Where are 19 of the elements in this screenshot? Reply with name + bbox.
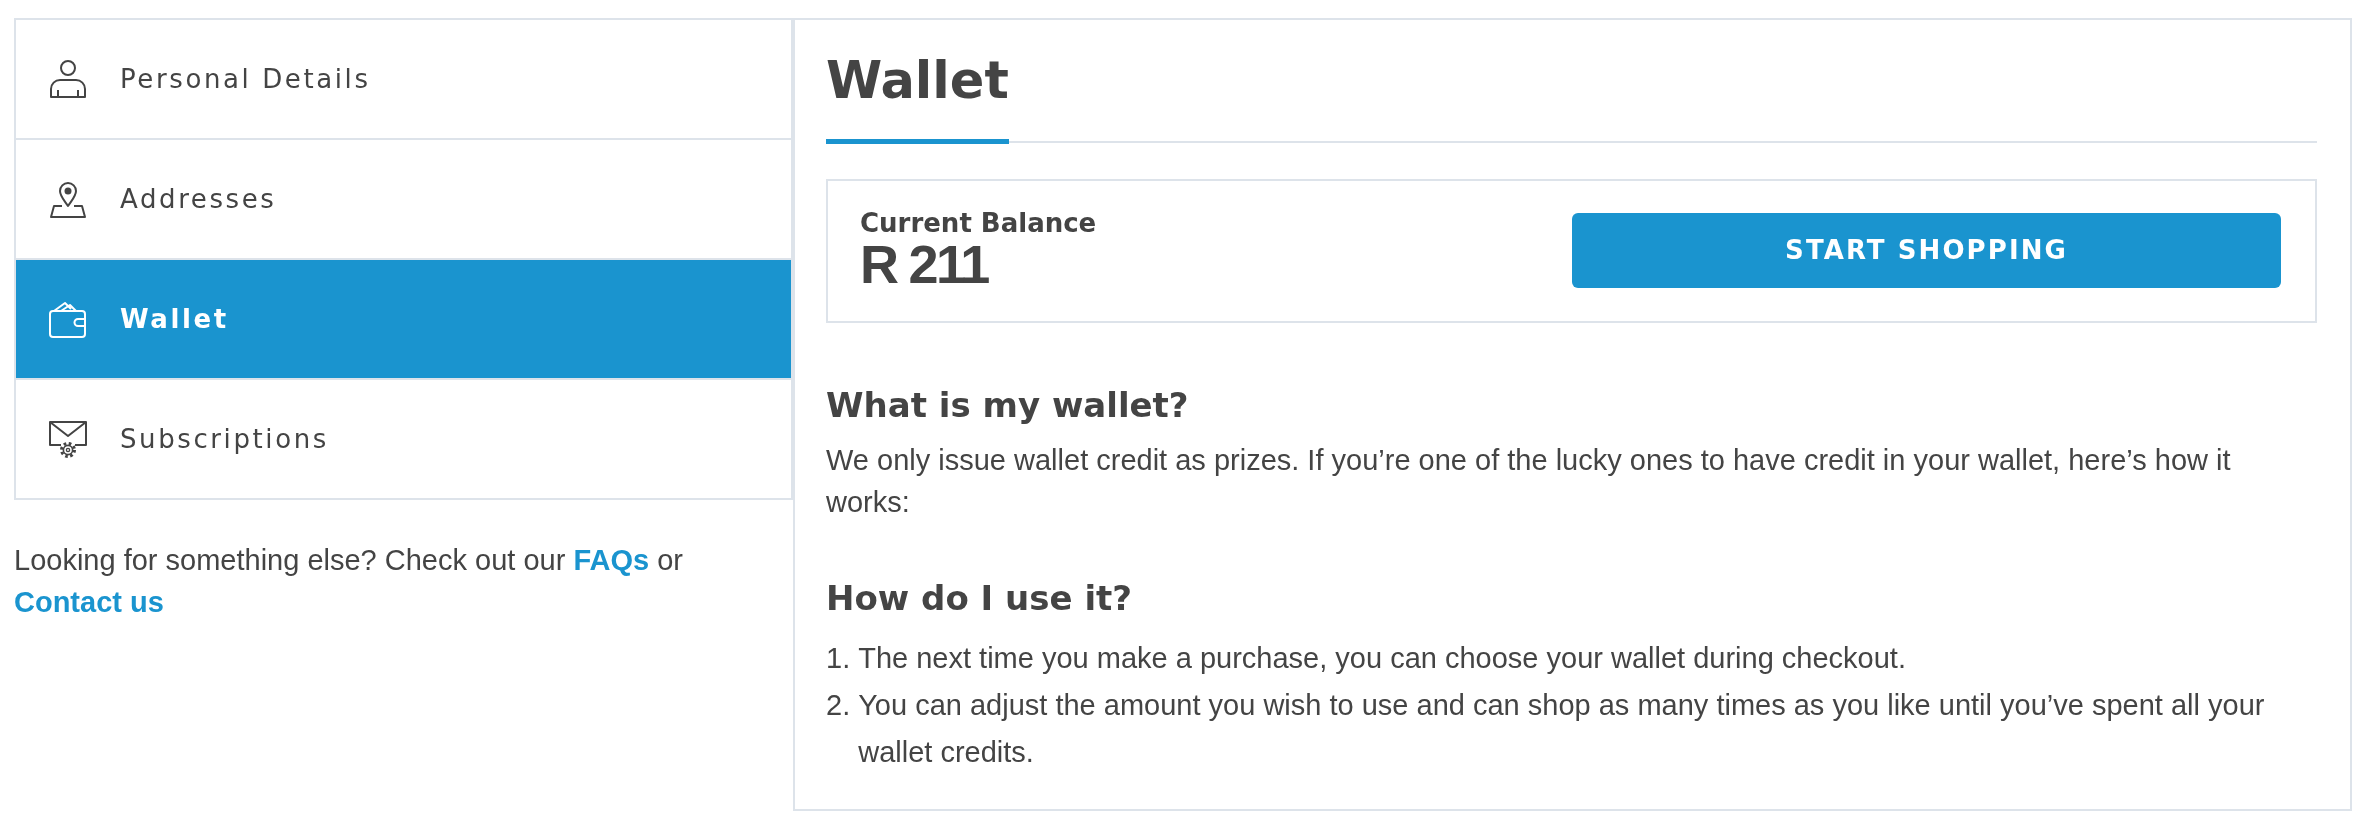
- contact-link[interactable]: Contact us: [14, 586, 164, 618]
- envelope-gear-icon: [48, 419, 88, 459]
- balance-label: Current Balance: [860, 210, 1097, 238]
- wallet-icon: [48, 299, 88, 339]
- person-icon: [48, 59, 88, 99]
- balance-amount: R 211: [860, 237, 990, 292]
- help-text: Looking for something else? Check out our FAQs or Contact us: [14, 543, 684, 620]
- start-shopping-button[interactable]: START SHOPPING: [1572, 213, 2281, 289]
- step-number: 2.: [826, 688, 851, 724]
- section-heading: How do I use it?: [826, 578, 1134, 620]
- faq-link[interactable]: FAQs: [573, 544, 650, 576]
- section-paragraph: We only issue wallet credit as prizes. If you’re one of the lucky ones to have credit in your wallet, here’s how it works:: [826, 443, 2232, 521]
- step-text: You can adjust the amount you wish to use and can shop as many times as you like until you’ve spent all your wallet credits.: [858, 688, 2266, 771]
- section-heading: What is my wallet?: [826, 384, 1190, 426]
- page-title: Wallet: [826, 52, 1009, 144]
- sidebar-item[interactable]: Wallet: [16, 260, 791, 380]
- step-text: The next time you make a purchase, you can choose your wallet during checkout.: [858, 641, 1906, 677]
- step-number: 1.: [826, 641, 851, 677]
- map-pin-icon: [48, 179, 88, 219]
